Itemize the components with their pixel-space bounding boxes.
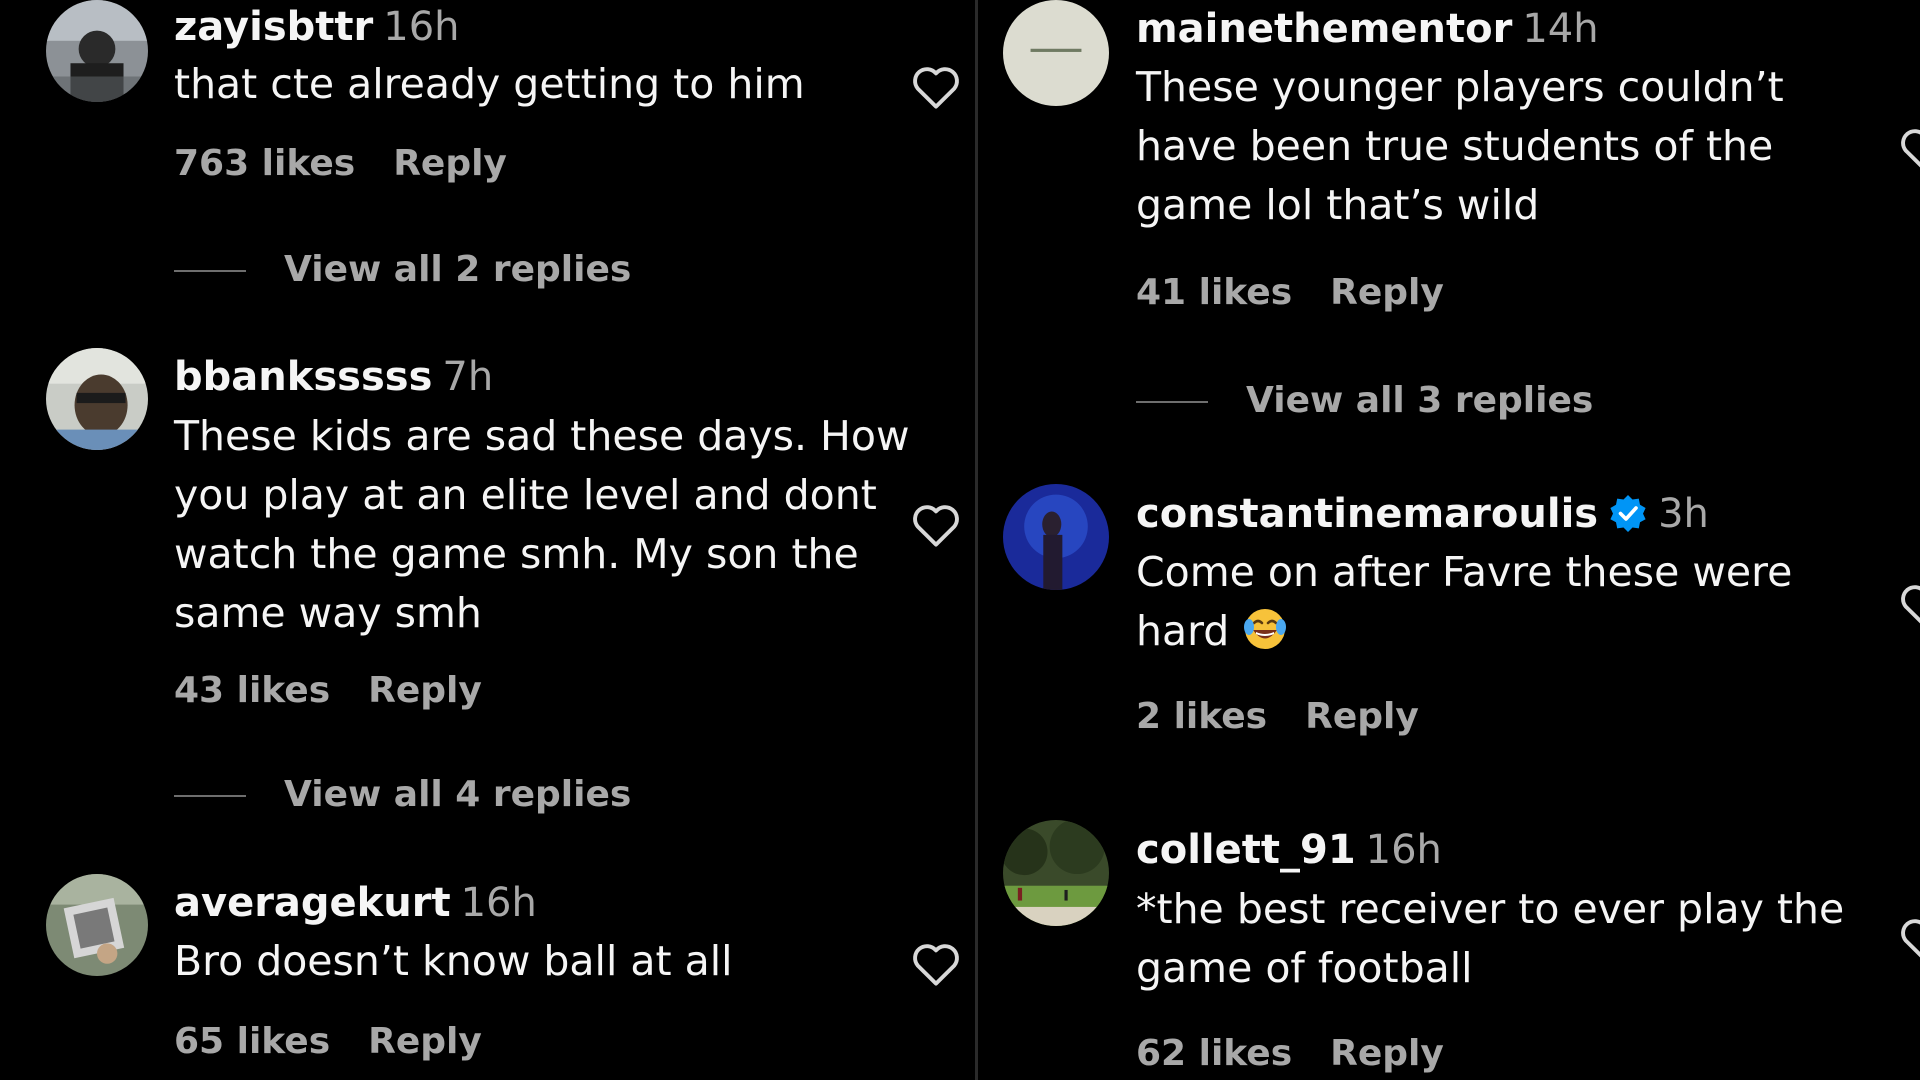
avatar[interactable] xyxy=(1003,484,1109,590)
timestamp: 16h xyxy=(460,880,537,926)
view-replies-label: View all 2 replies xyxy=(284,249,632,290)
avatar[interactable] xyxy=(46,0,148,102)
comment-text: *the best receiver to ever play the game… xyxy=(1136,885,1845,992)
left-comments-panel: zayisbttr 16h that cte already getting to… xyxy=(0,0,975,1080)
comment-header: mainethementor 14h xyxy=(1136,4,1599,54)
replies-divider xyxy=(1136,401,1208,403)
view-replies-button[interactable]: View all 2 replies xyxy=(174,247,631,293)
comment-text: that cte already getting to him xyxy=(174,60,805,108)
comment-meta: 65 likes Reply xyxy=(174,1019,482,1065)
avatar[interactable] xyxy=(1003,0,1109,106)
heart-outline-icon[interactable] xyxy=(1898,914,1920,962)
timestamp: 14h xyxy=(1522,6,1599,52)
username[interactable]: mainethementor xyxy=(1136,6,1512,52)
verified-badge-icon xyxy=(1610,495,1646,532)
comment-text: Bro doesn’t know ball at all xyxy=(174,937,733,985)
view-replies-button[interactable]: View all 3 replies xyxy=(1136,378,1593,424)
heart-outline-icon[interactable] xyxy=(1898,580,1920,628)
comment-meta: 41 likes Reply xyxy=(1136,270,1444,316)
reply-button[interactable]: Reply xyxy=(393,143,507,184)
laughing-crying-emoji xyxy=(1244,609,1287,649)
comment-header: zayisbttr 16h xyxy=(174,2,460,52)
heart-outline-icon[interactable] xyxy=(910,500,962,548)
comment-text-line: Come on after Favre these were xyxy=(1136,548,1793,596)
comment-text: These kids are sad these days. How you p… xyxy=(174,412,910,637)
comment-header: collett_91 16h xyxy=(1136,825,1442,875)
comment-header: constantinemaroulis 3h xyxy=(1136,489,1709,539)
likes-count[interactable]: 763 likes xyxy=(174,143,355,184)
comment-header: averagekurt 16h xyxy=(174,878,537,928)
username[interactable]: zayisbttr xyxy=(174,4,373,50)
comment-meta: 763 likes Reply xyxy=(174,141,507,187)
reply-button[interactable]: Reply xyxy=(1330,1033,1444,1074)
username[interactable]: bbanksssss xyxy=(174,354,432,400)
avatar[interactable] xyxy=(1003,820,1109,926)
replies-divider xyxy=(174,795,246,797)
username[interactable]: collett_91 xyxy=(1136,827,1356,873)
view-replies-label: View all 4 replies xyxy=(284,774,632,815)
likes-count[interactable]: 43 likes xyxy=(174,670,330,711)
comment-text: These younger players couldn’t have been… xyxy=(1136,63,1784,229)
comment-text-line: hard xyxy=(1136,607,1230,655)
username[interactable]: averagekurt xyxy=(174,880,451,926)
timestamp: 7h xyxy=(442,354,494,400)
heart-outline-icon[interactable] xyxy=(910,939,962,987)
reply-button[interactable]: Reply xyxy=(368,670,482,711)
reply-button[interactable]: Reply xyxy=(368,1021,482,1062)
likes-count[interactable]: 65 likes xyxy=(174,1021,330,1062)
timestamp: 16h xyxy=(383,4,460,50)
heart-outline-icon[interactable] xyxy=(1898,124,1920,172)
comment-meta: 43 likes Reply xyxy=(174,668,482,714)
likes-count[interactable]: 62 likes xyxy=(1136,1033,1292,1074)
right-comments-panel: mainethementor 14h These younger players … xyxy=(978,0,1920,1080)
comment-header: bbanksssss 7h xyxy=(174,352,493,402)
replies-divider xyxy=(174,270,246,272)
likes-count[interactable]: 2 likes xyxy=(1136,696,1267,737)
reply-button[interactable]: Reply xyxy=(1330,272,1444,313)
comment-meta: 62 likes Reply xyxy=(1136,1031,1444,1077)
likes-count[interactable]: 41 likes xyxy=(1136,272,1292,313)
timestamp: 3h xyxy=(1658,491,1709,537)
avatar[interactable] xyxy=(46,348,148,450)
reply-button[interactable]: Reply xyxy=(1305,696,1419,737)
username[interactable]: constantinemaroulis xyxy=(1136,491,1598,537)
avatar[interactable] xyxy=(46,874,148,976)
heart-outline-icon[interactable] xyxy=(910,62,962,110)
comment-text: Come on after Favre these were hard xyxy=(1136,543,1792,661)
view-replies-button[interactable]: View all 4 replies xyxy=(174,772,631,818)
comment-meta: 2 likes Reply xyxy=(1136,694,1419,740)
view-replies-label: View all 3 replies xyxy=(1246,380,1594,421)
timestamp: 16h xyxy=(1365,827,1442,873)
